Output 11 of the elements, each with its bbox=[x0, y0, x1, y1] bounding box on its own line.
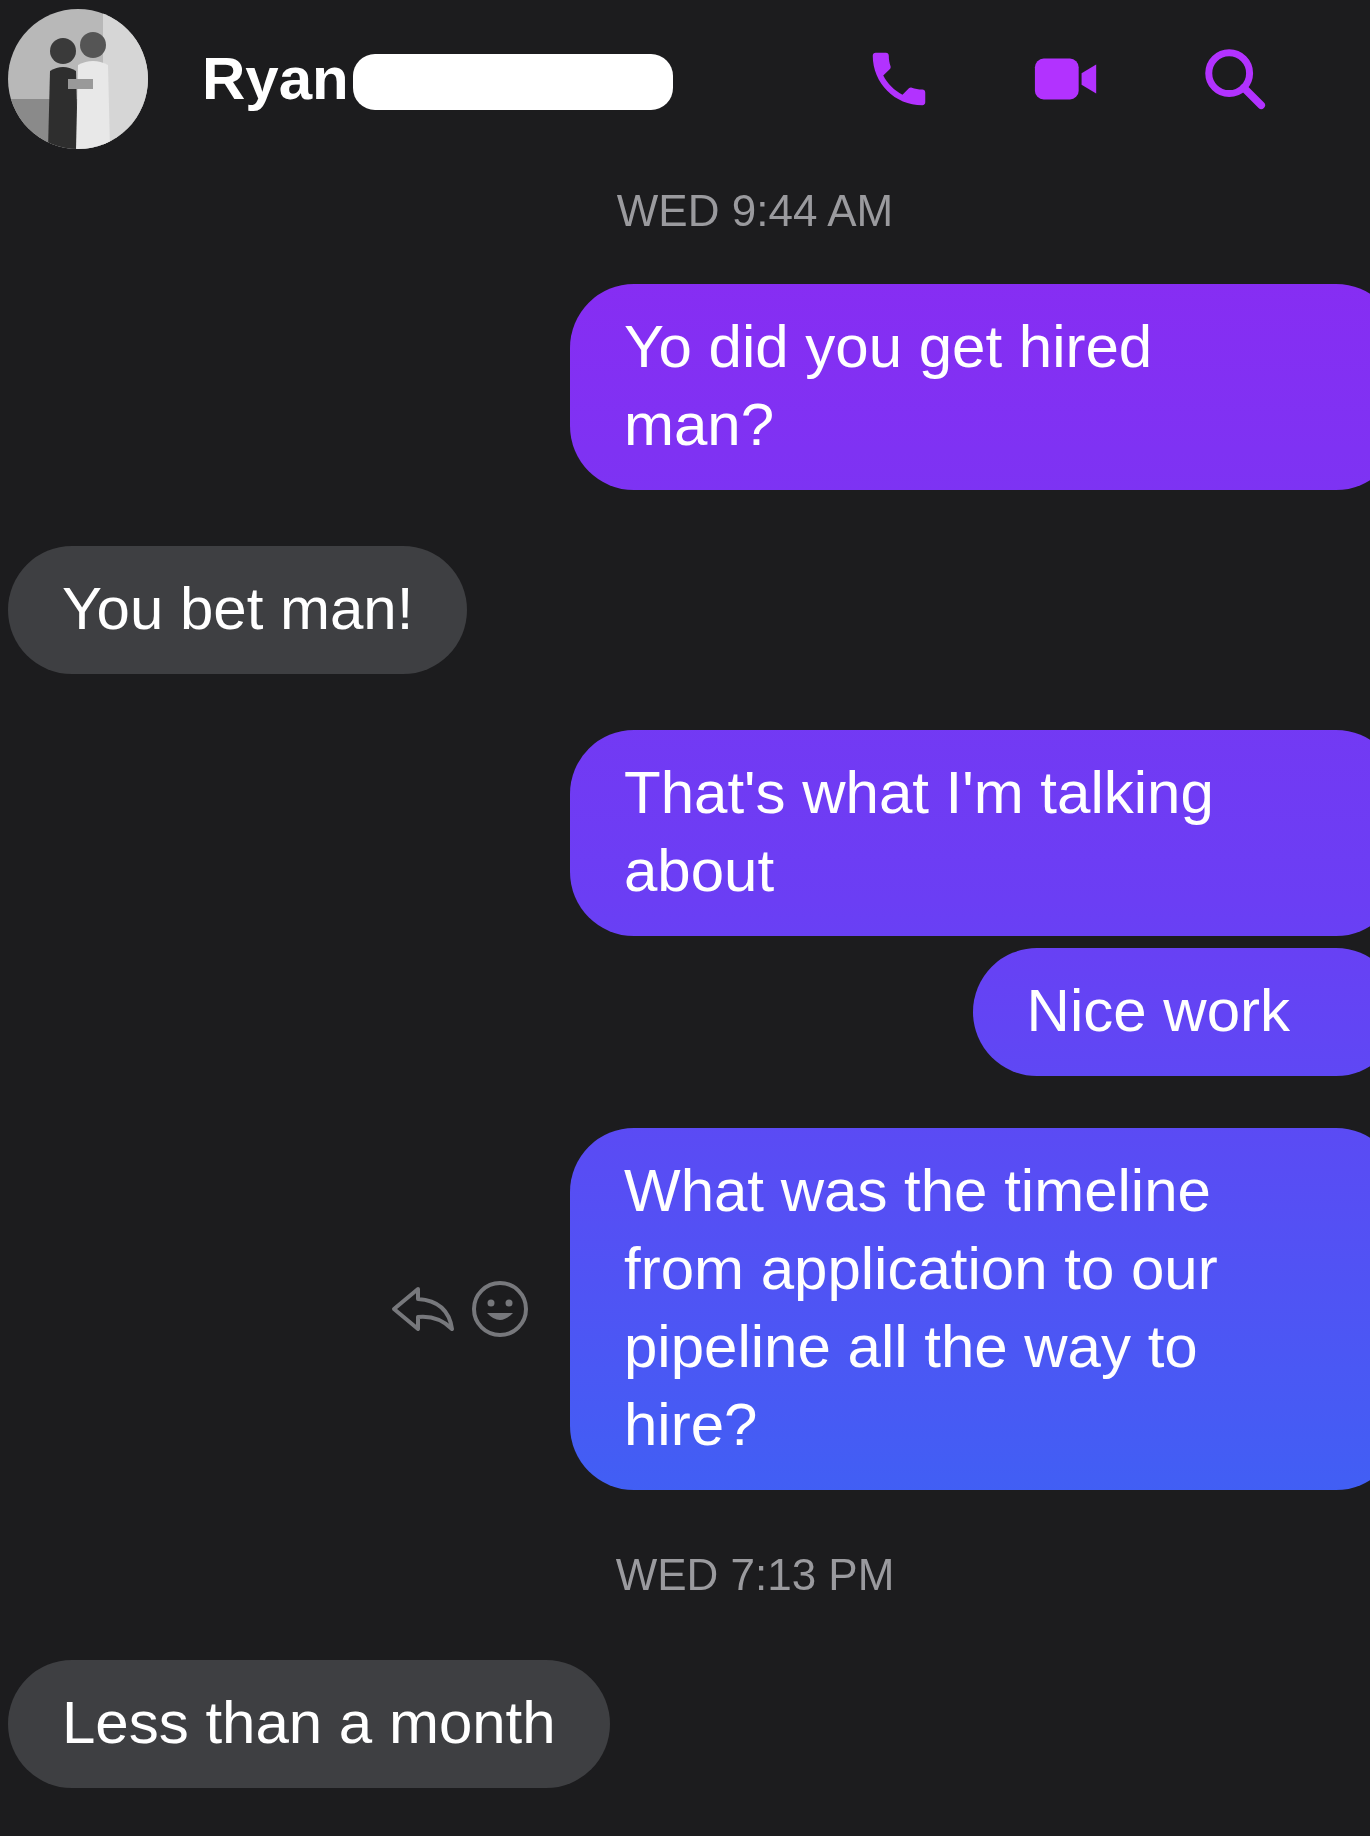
message-bubble: That's what I'm talking about bbox=[570, 730, 1370, 936]
message-bubble: Less than a month bbox=[8, 1660, 610, 1788]
timestamp: WED 7:13 PM bbox=[614, 1549, 896, 1601]
message-bubble: Yo did you get hired man? bbox=[570, 284, 1370, 490]
message-bubble: What was the timeline from application to our pipeline all the way to hire? bbox=[570, 1128, 1370, 1490]
reply-icon[interactable] bbox=[390, 1285, 456, 1333]
timestamp: WED 9:44 AM bbox=[615, 185, 895, 237]
message-bubble: You bet man! bbox=[8, 546, 468, 674]
message-bubble: Nice work bbox=[972, 948, 1370, 1076]
emoji-icon[interactable] bbox=[470, 1279, 530, 1339]
contact-name: Ryan bbox=[202, 49, 349, 109]
